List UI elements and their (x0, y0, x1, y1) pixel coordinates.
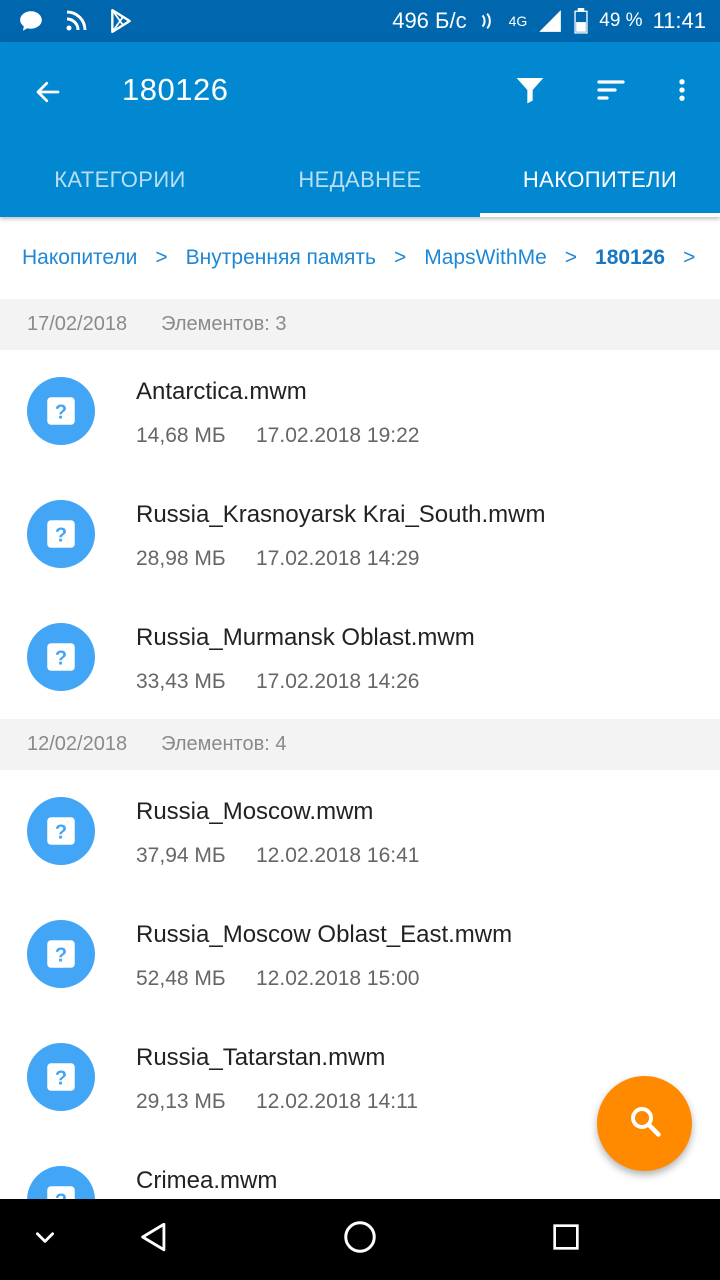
tab-categories[interactable]: КАТЕГОРИИ (0, 142, 240, 217)
message-icon (18, 8, 44, 34)
group-date: 17/02/2018 (27, 313, 128, 335)
svg-text:?: ? (55, 402, 67, 424)
file-row[interactable]: ? Russia_Moscow Oblast_East.mwm 52,48 МБ… (0, 893, 720, 1016)
clock: 11:41 (652, 8, 706, 33)
file-row[interactable]: ? Russia_Krasnoyarsk Krai_South.mwm 28,9… (0, 473, 720, 596)
tab-recent[interactable]: НЕДАВНЕЕ (240, 142, 480, 217)
unknown-file-icon: ? (27, 377, 95, 445)
unknown-file-icon: ? (27, 920, 95, 988)
svg-text:?: ? (55, 525, 67, 547)
file-row[interactable]: ? Antarctica.mwm 14,68 МБ 17.02.2018 19:… (0, 350, 720, 473)
file-date: 12.02.2018 15:00 (256, 967, 420, 990)
more-options-button[interactable] (654, 64, 710, 120)
svg-text:?: ? (55, 945, 67, 967)
search-fab-button[interactable] (597, 1076, 692, 1171)
breadcrumb-separator: > (155, 246, 168, 269)
file-date: 12.02.2018 16:41 (256, 844, 420, 867)
search-icon (627, 1103, 663, 1144)
file-size: 37,94 МБ (136, 844, 226, 867)
rss-icon (64, 9, 88, 33)
tab-storage[interactable]: НАКОПИТЕЛИ (480, 142, 720, 217)
play-store-icon (108, 8, 134, 34)
signal-icon (537, 8, 563, 34)
sort-icon (595, 74, 627, 111)
file-name: Russia_Moscow Oblast_East.mwm (136, 921, 513, 948)
svg-text:?: ? (55, 1191, 67, 1200)
network-speed: 496 Б/с (392, 8, 467, 33)
file-size: 28,98 МБ (136, 547, 226, 570)
breadcrumb-separator: > (564, 246, 578, 269)
breadcrumb-item-storage[interactable]: Накопители (22, 246, 137, 270)
unknown-file-icon: ? (27, 1166, 95, 1199)
group-date: 12/02/2018 (27, 733, 128, 755)
chevron-down-icon (32, 1224, 58, 1255)
triangle-back-icon (137, 1220, 171, 1259)
file-name: Russia_Krasnoyarsk Krai_South.mwm (136, 501, 546, 528)
back-button[interactable] (22, 68, 74, 120)
file-name: Antarctica.mwm (136, 378, 307, 405)
filter-icon (514, 74, 546, 111)
filter-button[interactable] (502, 64, 558, 120)
group-count: Элементов: 4 (161, 733, 287, 755)
nav-back-button[interactable] (128, 1199, 180, 1280)
svg-text:?: ? (55, 1068, 67, 1090)
circle-home-icon (342, 1219, 378, 1260)
group-header: 17/02/2018 Элементов: 3 (0, 299, 720, 350)
file-date: 12.02.2018 14:11 (256, 1090, 418, 1113)
nav-home-button[interactable] (334, 1199, 386, 1280)
unknown-file-icon: ? (27, 500, 95, 568)
hide-keyboard-button[interactable] (20, 1199, 70, 1280)
group-header: 12/02/2018 Элементов: 4 (0, 719, 720, 770)
nfc-icon (477, 10, 499, 32)
more-vertical-icon (668, 74, 696, 111)
square-recents-icon (550, 1221, 582, 1258)
nav-recents-button[interactable] (540, 1199, 592, 1280)
group-count: Элементов: 3 (161, 313, 287, 335)
file-size: 29,13 МБ (136, 1090, 226, 1113)
file-name: Russia_Moscow.mwm (136, 798, 374, 825)
file-size: 33,43 МБ (136, 670, 226, 693)
page-title: 180126 (122, 72, 229, 107)
breadcrumb-item-internal-memory[interactable]: Внутренняя память (186, 246, 376, 270)
file-date: 17.02.2018 19:22 (256, 424, 420, 447)
breadcrumb-item-mapswithme[interactable]: MapsWithMe (424, 246, 547, 270)
arrow-back-icon (33, 77, 63, 112)
file-name: Russia_Murmansk Oblast.mwm (136, 624, 475, 651)
file-name: Crimea.mwm (136, 1167, 278, 1194)
file-size: 14,68 МБ (136, 424, 226, 447)
file-date: 17.02.2018 14:29 (256, 547, 420, 570)
unknown-file-icon: ? (27, 1043, 95, 1111)
file-name: Russia_Tatarstan.mwm (136, 1044, 386, 1071)
unknown-file-icon: ? (27, 797, 95, 865)
file-size: 52,48 МБ (136, 967, 226, 990)
battery-icon (573, 8, 589, 34)
unknown-file-icon: ? (27, 623, 95, 691)
battery-level: 49 % (599, 10, 643, 31)
file-row[interactable]: ? Russia_Murmansk Oblast.mwm 33,43 МБ 17… (0, 596, 720, 719)
breadcrumb-separator: > (393, 246, 407, 269)
tab-bar: КАТЕГОРИИ НЕДАВНЕЕ НАКОПИТЕЛИ (0, 142, 720, 217)
breadcrumb-item-current[interactable]: 180126 (595, 246, 665, 270)
network-type: 4G (508, 13, 528, 29)
sort-button[interactable] (583, 64, 639, 120)
file-row[interactable]: ? Russia_Moscow.mwm 37,94 МБ 12.02.2018 … (0, 770, 720, 893)
app-bar: 180126 КАТЕГОРИИ НЕДАВНЕЕ НАКОПИТЕЛИ (0, 42, 720, 217)
breadcrumb: Накопители > Внутренняя память > MapsWit… (0, 217, 720, 299)
file-date: 17.02.2018 14:26 (256, 670, 420, 693)
svg-text:?: ? (55, 648, 67, 670)
status-bar: 496 Б/с 4G 49 % 11:41 (0, 0, 720, 42)
breadcrumb-separator: > (683, 246, 696, 269)
svg-text:?: ? (55, 822, 67, 844)
system-navigation-bar (0, 1199, 720, 1280)
file-list[interactable]: 17/02/2018 Элементов: 3 ? Antarctica.mwm… (0, 299, 720, 1199)
